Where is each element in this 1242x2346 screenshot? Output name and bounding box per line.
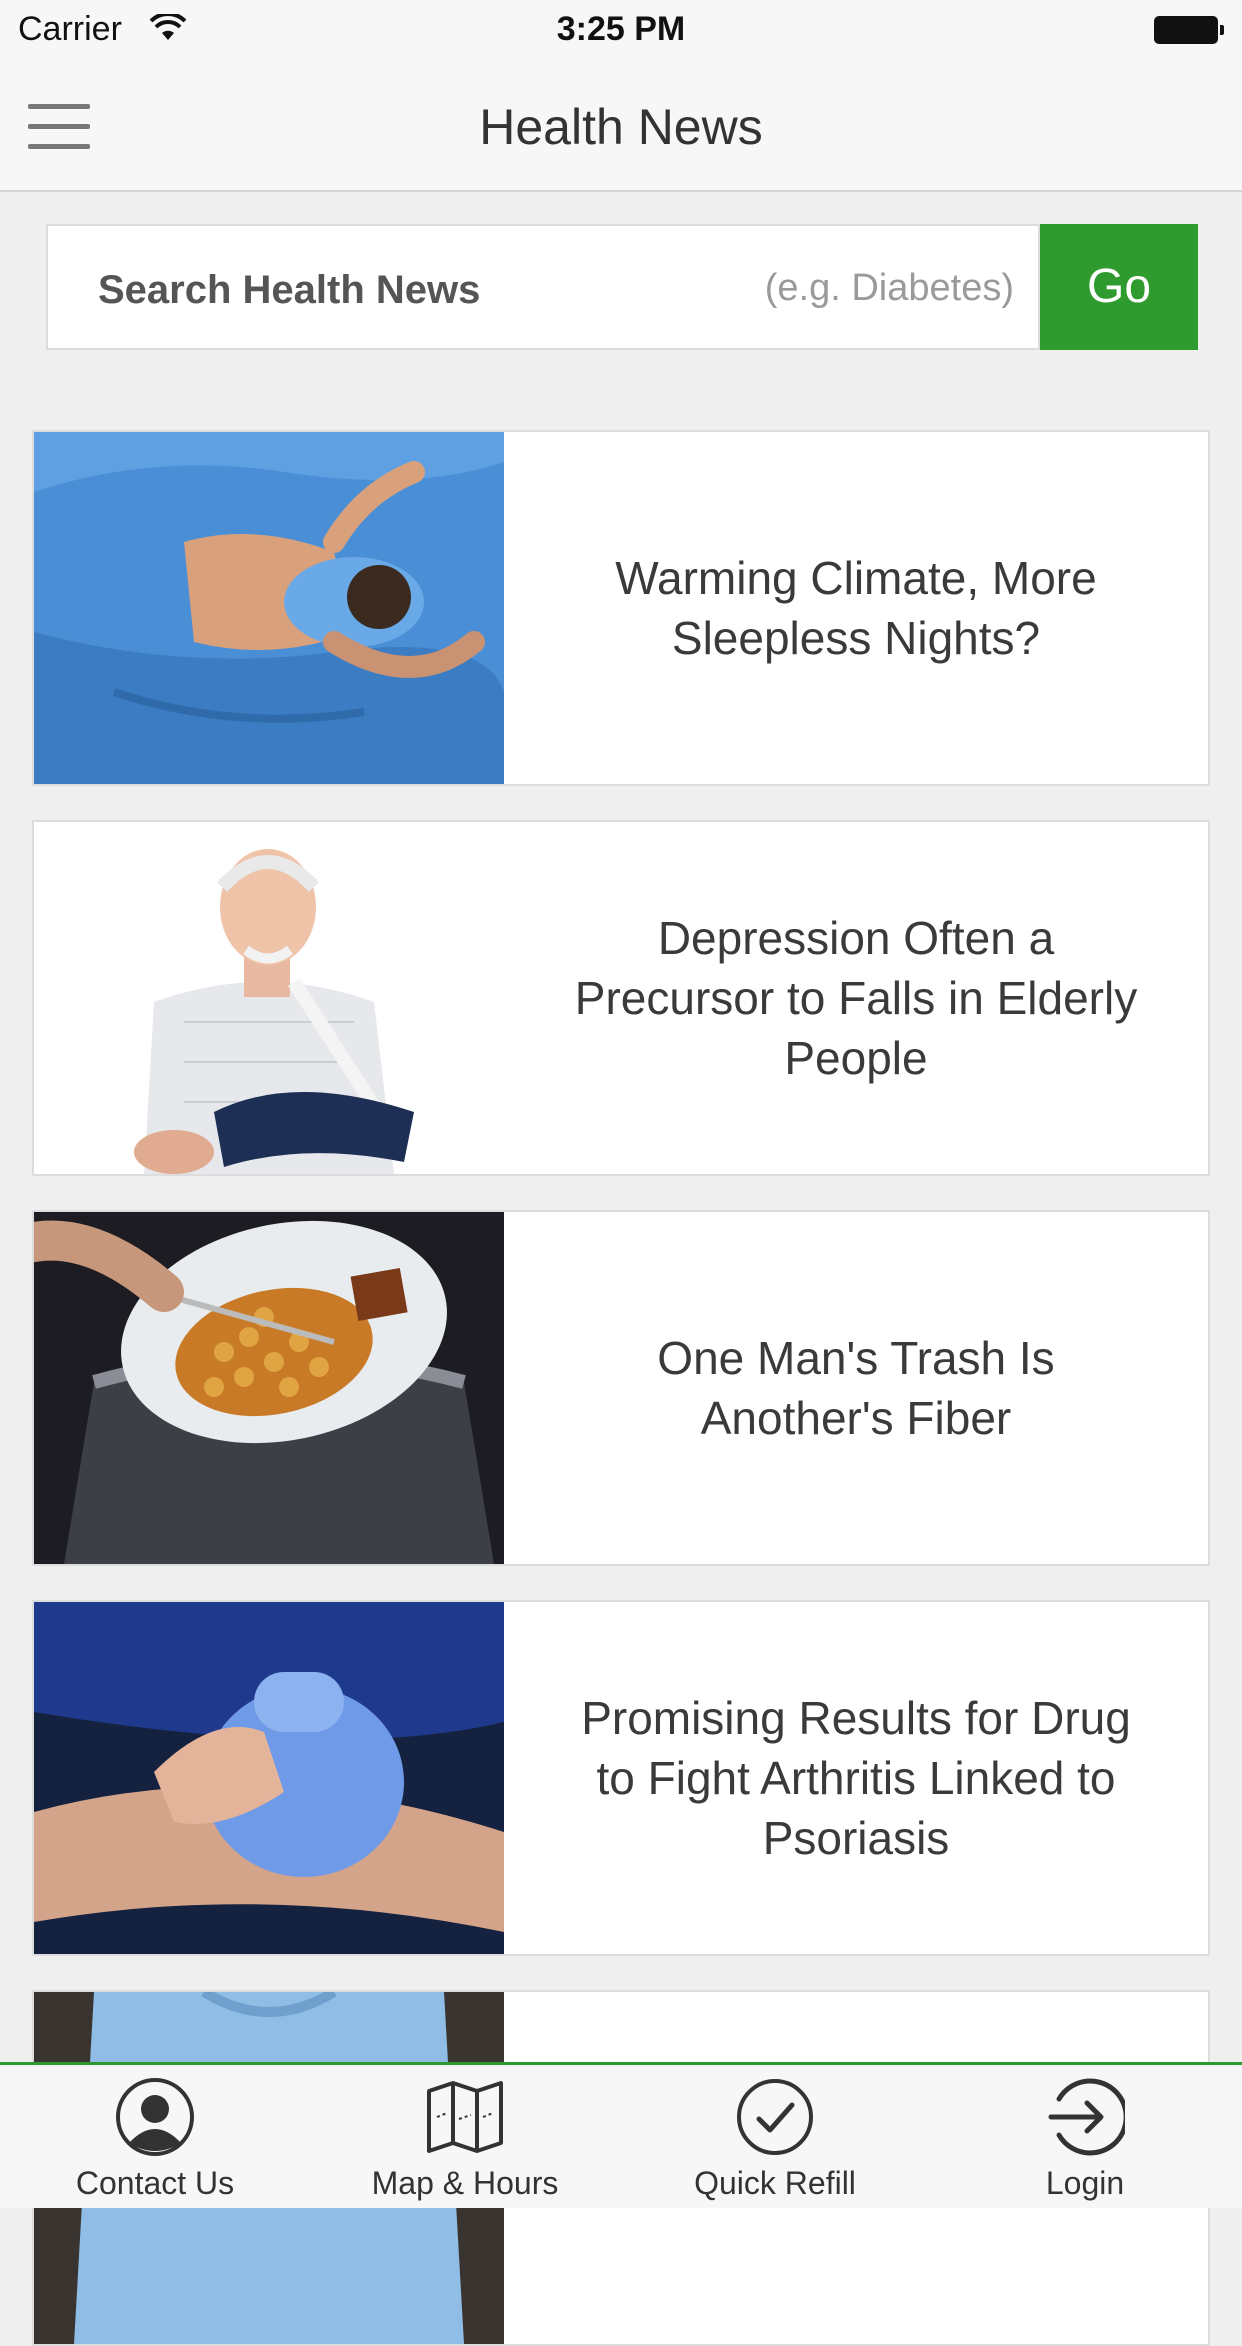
- map-icon: [427, 2081, 503, 2153]
- news-card[interactable]: Depression Often a Precursor to Falls in…: [32, 820, 1210, 1176]
- checkmark-circle-icon: [737, 2079, 813, 2155]
- tab-label: Quick Refill: [694, 2165, 856, 2201]
- tab-label: Contact Us: [75, 2165, 235, 2201]
- news-image-plate-trash: [34, 1212, 504, 1564]
- tab-contact-us[interactable]: Contact Us: [0, 2065, 310, 2211]
- news-card[interactable]: One Man's Trash Is Another's Fiber: [32, 1210, 1210, 1566]
- news-image-sleeping-man: [34, 432, 504, 784]
- login-arrow-icon: [1048, 2078, 1125, 2156]
- news-card[interactable]: Promising Results for Drug to Fight Arth…: [32, 1600, 1210, 1956]
- news-title: Depression Often a Precursor to Falls in…: [574, 912, 1138, 1084]
- tab-label: Map & Hours: [371, 2165, 559, 2201]
- tab-map-hours[interactable]: Map & Hours: [310, 2065, 620, 2211]
- tab-quick-refill[interactable]: Quick Refill: [620, 2065, 930, 2211]
- tab-label: Login: [1045, 2165, 1125, 2201]
- person-icon: [116, 2078, 194, 2156]
- news-title: Warming Climate, More Sleepless Nights?: [615, 552, 1097, 664]
- status-bar: Carrier 3:25 PM: [0, 0, 1242, 62]
- page-title: Health News: [479, 99, 763, 155]
- news-card[interactable]: Warming Climate, More Sleepless Nights?: [32, 430, 1210, 786]
- status-time: 3:25 PM: [556, 10, 686, 48]
- news-title: One Man's Trash Is Another's Fiber: [657, 1332, 1055, 1444]
- tab-bar: Contact Us Map & Hours Quick Refill Logi…: [0, 2062, 1242, 2208]
- news-image-elderly-man: [34, 822, 504, 1174]
- battery-icon: [1154, 16, 1224, 44]
- news-image-ice-pack-arm: [34, 1602, 504, 1954]
- search-box[interactable]: Search Health News: [46, 224, 1054, 350]
- search-input[interactable]: [94, 246, 1054, 330]
- news-title: Promising Results for Drug to Fight Arth…: [581, 1692, 1131, 1864]
- tab-login[interactable]: Login: [930, 2065, 1240, 2211]
- nav-bar: Health News: [0, 62, 1242, 192]
- go-button[interactable]: Go: [1040, 224, 1198, 350]
